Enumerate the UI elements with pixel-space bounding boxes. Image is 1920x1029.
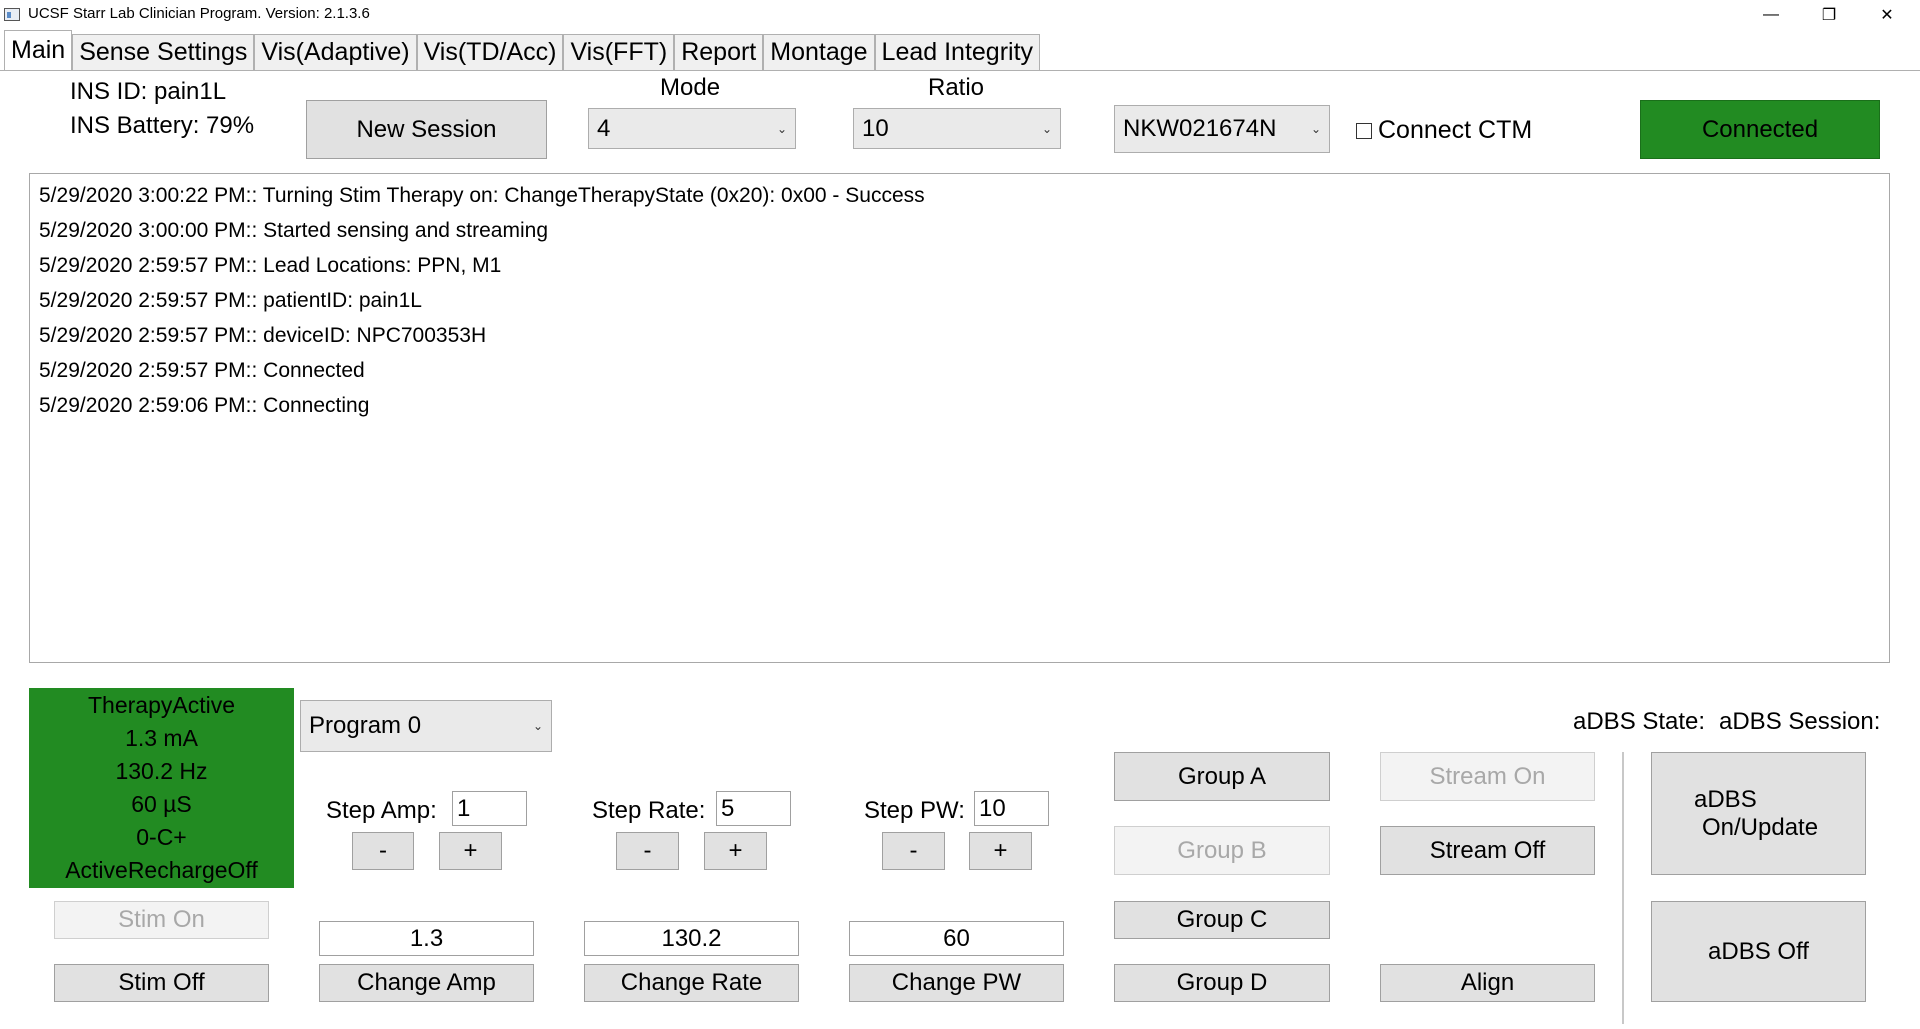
rate-increment-button[interactable]: +: [704, 832, 767, 870]
ins-id-label: INS ID: pain1L: [70, 78, 227, 105]
log-line: 5/29/2020 2:59:57 PM:: patientID: pain1L: [39, 289, 422, 312]
amp-value-field[interactable]: 1.3: [319, 921, 534, 956]
tab-main[interactable]: Main: [4, 30, 73, 70]
tab-lead-integrity[interactable]: Lead Integrity: [874, 34, 1041, 70]
align-button[interactable]: Align: [1380, 964, 1595, 1002]
adbs-state-label: aDBS State:: [1573, 708, 1706, 735]
pw-value-field[interactable]: 60: [849, 921, 1064, 956]
stream-off-button[interactable]: Stream Off: [1380, 826, 1595, 875]
step-pw-input[interactable]: 10: [974, 791, 1049, 826]
restore-button[interactable]: ❐: [1806, 0, 1852, 30]
log-line: 5/29/2020 2:59:57 PM:: Lead Locations: P…: [39, 254, 502, 277]
log-listbox[interactable]: 5/29/2020 3:00:22 PM:: Turning Stim Ther…: [29, 173, 1890, 663]
ratio-select[interactable]: 10 ⌄: [853, 108, 1061, 149]
change-pw-button[interactable]: Change PW: [849, 964, 1064, 1002]
tab-vis-adaptive[interactable]: Vis(Adaptive): [254, 34, 417, 70]
adbs-session-label: aDBS Session:: [1719, 708, 1881, 735]
ins-battery-label: INS Battery: 79%: [70, 112, 255, 139]
log-line: 5/29/2020 2:59:57 PM:: Connected: [39, 359, 365, 382]
ctm-device-select[interactable]: NKW021674N ⌄: [1114, 105, 1330, 153]
therapy-state: TherapyActive: [87, 692, 235, 718]
chevron-down-icon: ⌄: [1310, 122, 1321, 136]
therapy-amp: 1.3 mA: [125, 725, 198, 751]
step-amp-input[interactable]: 1: [452, 791, 527, 826]
step-rate-input[interactable]: 5: [716, 791, 791, 826]
app-icon: [4, 8, 20, 21]
tab-montage[interactable]: Montage: [763, 34, 875, 70]
log-line: 5/29/2020 3:00:22 PM:: Turning Stim Ther…: [39, 184, 925, 207]
log-line: 5/29/2020 3:00:00 PM:: Started sensing a…: [39, 219, 548, 242]
stim-off-button[interactable]: Stim Off: [54, 964, 269, 1002]
minimize-button[interactable]: —: [1748, 0, 1794, 30]
adbs-on-update-line2: On/Update: [1702, 813, 1819, 841]
connect-ctm-label: Connect CTM: [1378, 116, 1533, 144]
mode-label: Mode: [660, 74, 721, 101]
chevron-down-icon: ⌄: [532, 719, 543, 733]
connect-ctm-checkbox[interactable]: Connect CTM: [1356, 116, 1532, 145]
group-c-button[interactable]: Group C: [1114, 901, 1330, 939]
pw-increment-button[interactable]: +: [969, 832, 1032, 870]
therapy-electrodes: 0-C+: [136, 824, 187, 850]
therapy-recharge: ActiveRechargeOff: [65, 857, 258, 883]
ctm-device-value: NKW021674N: [1123, 115, 1277, 142]
tab-sense-settings[interactable]: Sense Settings: [72, 34, 255, 70]
stim-on-button[interactable]: Stim On: [54, 901, 269, 939]
vertical-divider: [1622, 752, 1624, 1024]
amp-decrement-button[interactable]: -: [352, 832, 414, 870]
connected-status-button[interactable]: Connected: [1640, 100, 1880, 159]
program-value: Program 0: [309, 712, 422, 739]
tab-bar: Main Sense Settings Vis(Adaptive) Vis(TD…: [4, 30, 1041, 70]
step-pw-label: Step PW:: [864, 797, 965, 824]
change-amp-button[interactable]: Change Amp: [319, 964, 534, 1002]
group-d-button[interactable]: Group D: [1114, 964, 1330, 1002]
tab-report[interactable]: Report: [674, 34, 764, 70]
new-session-button[interactable]: New Session: [306, 100, 547, 159]
adbs-on-update-button[interactable]: aDBS On/Update: [1651, 752, 1866, 875]
log-line: 5/29/2020 2:59:06 PM:: Connecting: [39, 394, 370, 417]
rate-decrement-button[interactable]: -: [616, 832, 679, 870]
rate-value-field[interactable]: 130.2: [584, 921, 799, 956]
chevron-down-icon: ⌄: [776, 121, 787, 136]
mode-value: 4: [597, 114, 611, 142]
window-title: UCSF Starr Lab Clinician Program. Versio…: [28, 5, 370, 22]
mode-select[interactable]: 4 ⌄: [588, 108, 796, 149]
amp-increment-button[interactable]: +: [439, 832, 502, 870]
adbs-off-button[interactable]: aDBS Off: [1651, 901, 1866, 1002]
step-rate-label: Step Rate:: [592, 797, 706, 824]
tab-vis-td-acc[interactable]: Vis(TD/Acc): [416, 34, 564, 70]
change-rate-button[interactable]: Change Rate: [584, 964, 799, 1002]
program-select[interactable]: Program 0 ⌄: [300, 700, 552, 752]
stream-on-button[interactable]: Stream On: [1380, 752, 1595, 801]
step-amp-label: Step Amp:: [326, 797, 437, 824]
adbs-on-update-line1: aDBS: [1694, 785, 1757, 813]
ratio-label: Ratio: [928, 74, 985, 101]
log-line: 5/29/2020 2:59:57 PM:: deviceID: NPC7003…: [39, 324, 487, 347]
group-b-button[interactable]: Group B: [1114, 826, 1330, 875]
therapy-pw: 60 µS: [131, 791, 192, 817]
group-a-button[interactable]: Group A: [1114, 752, 1330, 801]
tab-vis-fft[interactable]: Vis(FFT): [563, 34, 675, 70]
chevron-down-icon: ⌄: [1041, 121, 1052, 136]
close-button[interactable]: ✕: [1864, 0, 1910, 30]
checkbox-box[interactable]: [1356, 122, 1372, 139]
pw-decrement-button[interactable]: -: [882, 832, 945, 870]
therapy-rate: 130.2 Hz: [115, 758, 208, 784]
ratio-value: 10: [862, 114, 889, 142]
therapy-status-panel: TherapyActive 1.3 mA 130.2 Hz 60 µS 0-C+…: [29, 688, 294, 888]
title-bar: UCSF Starr Lab Clinician Program. Versio…: [0, 0, 1920, 30]
